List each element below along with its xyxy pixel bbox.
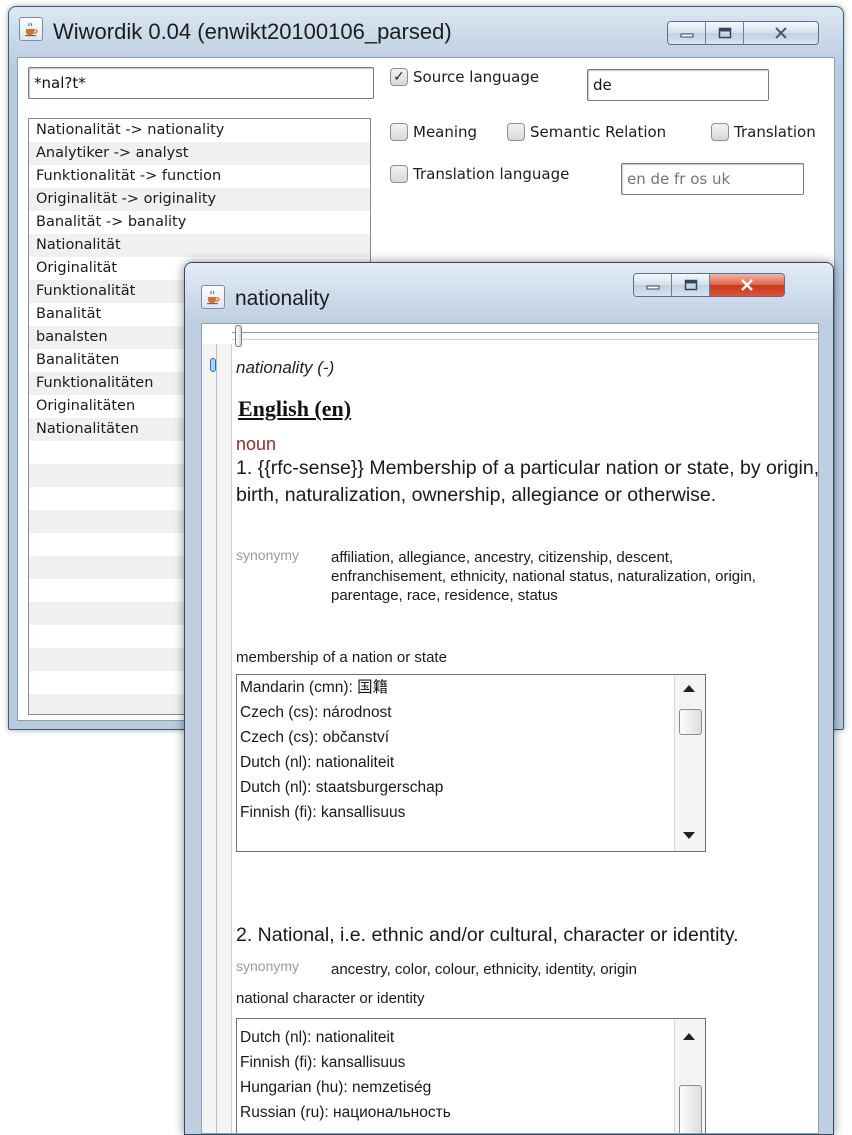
source-language-toggle[interactable]: ✓ Source language <box>390 68 539 86</box>
main-window-controls <box>667 21 819 45</box>
scroll-down-icon[interactable] <box>683 832 695 839</box>
sense-1-synonyms: affiliation, allegiance, ancestry, citiz… <box>331 549 756 604</box>
language-heading: English (en) <box>238 396 352 421</box>
close-icon <box>775 27 787 39</box>
search-input[interactable] <box>28 67 374 99</box>
translation-item[interactable]: Finnish (fi): kansallisuus <box>237 1050 705 1075</box>
list-item[interactable]: Nationalität <box>29 234 370 257</box>
outline-gutter <box>202 344 232 1133</box>
definition-window-title: nationality <box>235 287 330 310</box>
sense-1-gloss: membership of a nation or state <box>236 649 447 666</box>
sense-2-definition: 2. National, i.e. ethnic and/or cultural… <box>236 924 739 946</box>
scroll-up-icon[interactable] <box>683 1033 695 1040</box>
maximize-icon <box>684 279 697 291</box>
maximize-button[interactable] <box>706 22 744 44</box>
meaning-label: Meaning <box>413 123 478 141</box>
list-item[interactable]: Originalität -> originality <box>29 188 370 211</box>
sense-2-synonyms: ancestry, color, colour, ethnicity, iden… <box>331 961 637 978</box>
translation-language-input[interactable] <box>621 163 804 195</box>
maximize-button[interactable] <box>672 274 710 296</box>
translation-item[interactable]: Russian (ru): национальность <box>237 1100 705 1125</box>
minimize-icon <box>680 33 693 38</box>
translation-language-toggle[interactable]: Translation language <box>390 165 569 183</box>
translation-item[interactable]: Dutch (nl): nationaliteit <box>237 750 705 775</box>
maximize-icon <box>718 27 731 39</box>
cursor-marker-icon <box>210 358 216 372</box>
translation-language-label: Translation language <box>413 165 570 183</box>
close-button[interactable] <box>710 274 784 296</box>
translation-toggle[interactable]: Translation <box>711 123 816 141</box>
translation-label: Translation <box>734 123 816 141</box>
minimize-button[interactable] <box>668 22 706 44</box>
java-cup-icon <box>19 17 43 41</box>
main-titlebar[interactable]: Wiwordik 0.04 (enwikt20100106_parsed) <box>9 7 843 57</box>
close-icon <box>741 279 753 291</box>
source-language-input[interactable] <box>587 69 769 101</box>
scroll-thumb[interactable] <box>679 709 702 735</box>
translation-item[interactable]: Dutch (nl): staatsburgerschap <box>237 775 705 800</box>
sense-1-translations-list[interactable]: Mandarin (cmn): 国籍 Czech (cs): národnost… <box>236 674 706 852</box>
minimize-button[interactable] <box>634 274 672 296</box>
definition-window: nationality nationality (-) English (en)… <box>184 262 834 1135</box>
translation-item[interactable]: Finnish (fi): kansallisuus <box>237 800 705 825</box>
translation-item[interactable]: Czech (cs): národnost <box>237 700 705 725</box>
translation-item[interactable]: Hungarian (hu): nemzetiség <box>237 1075 705 1100</box>
list-item[interactable]: Funktionalität -> function <box>29 165 370 188</box>
semantic-relation-toggle[interactable]: Semantic Relation <box>507 123 666 141</box>
translation-language-checkbox[interactable] <box>390 165 408 183</box>
translation-item[interactable]: Czech (cs): občanství <box>237 725 705 750</box>
minimize-icon <box>646 285 659 290</box>
meaning-toggle[interactable]: Meaning <box>390 123 477 141</box>
list-item[interactable]: Analytiker -> analyst <box>29 142 370 165</box>
sense-1-definition: 1. {{rfc-sense}} Membership of a particu… <box>236 457 819 506</box>
sense-2-translations-list[interactable]: Dutch (nl): nationaliteit Finnish (fi): … <box>236 1018 706 1133</box>
synonymy-label: synonymy <box>236 547 300 563</box>
translation-checkbox[interactable] <box>711 123 729 141</box>
source-language-label: Source language <box>413 68 540 86</box>
main-window-title: Wiwordik 0.04 (enwikt20100106_parsed) <box>53 19 452 44</box>
horizontal-slider[interactable] <box>232 332 818 340</box>
definition-window-controls <box>633 273 785 297</box>
source-language-checkbox[interactable]: ✓ <box>390 68 408 86</box>
part-of-speech: noun <box>236 434 277 454</box>
close-button[interactable] <box>744 22 818 44</box>
list-item[interactable]: Nationalität -> nationality <box>29 119 370 142</box>
list-item[interactable]: Banalität -> banality <box>29 211 370 234</box>
vertical-scrollbar[interactable] <box>674 675 705 851</box>
vertical-scrollbar[interactable] <box>674 1019 705 1133</box>
translation-item[interactable]: Dutch (nl): nationaliteit <box>237 1025 705 1050</box>
meaning-checkbox[interactable] <box>390 123 408 141</box>
synonymy-label: synonymy <box>236 958 300 974</box>
scroll-up-icon[interactable] <box>683 685 695 692</box>
scroll-thumb[interactable] <box>679 1085 702 1133</box>
headword: nationality (-) <box>236 358 335 377</box>
definition-body: nationality (-) English (en) noun 1. {{r… <box>236 344 818 1133</box>
translation-item[interactable]: Mandarin (cmn): 国籍 <box>237 675 705 700</box>
definition-titlebar[interactable]: nationality <box>185 263 833 321</box>
semantic-relation-label: Semantic Relation <box>530 123 667 141</box>
sense-2-gloss: national character or identity <box>236 990 425 1007</box>
java-cup-icon <box>201 285 225 309</box>
semantic-relation-checkbox[interactable] <box>507 123 525 141</box>
definition-content-pane[interactable]: nationality (-) English (en) noun 1. {{r… <box>201 323 819 1134</box>
